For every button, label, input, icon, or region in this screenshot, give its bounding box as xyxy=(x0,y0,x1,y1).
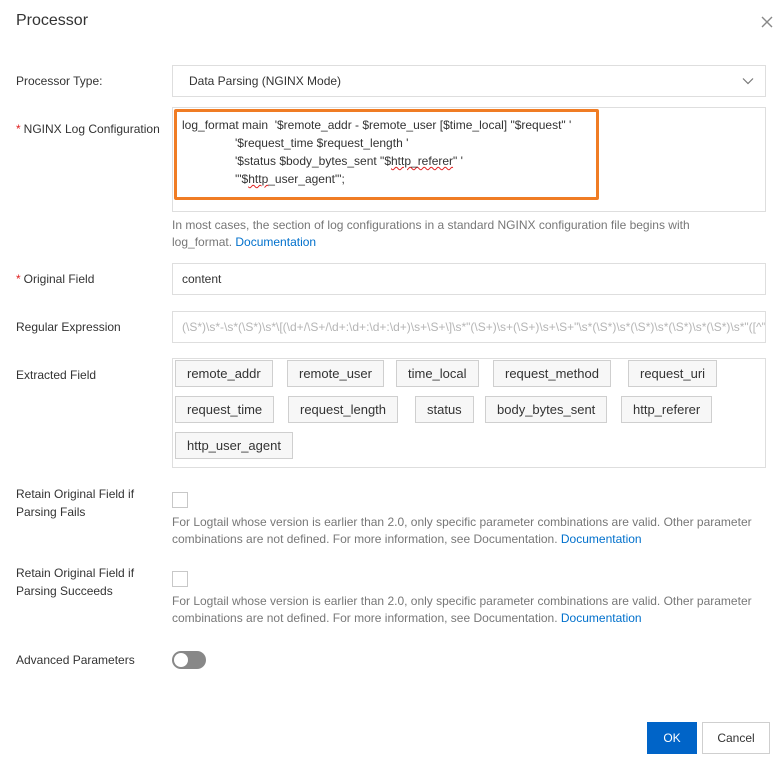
retain-fail-help-line1: For Logtail whose version is earlier tha… xyxy=(172,515,752,529)
ok-button[interactable]: OK xyxy=(647,722,697,754)
field-tag[interactable]: status xyxy=(415,396,474,423)
retain-fail-label: Retain Original Field if Parsing Fails xyxy=(16,485,134,521)
processor-type-value: Data Parsing (NGINX Mode) xyxy=(189,74,342,88)
nginx-config-help: In most cases, the section of log config… xyxy=(172,217,732,251)
field-tag[interactable]: remote_addr xyxy=(175,360,273,387)
original-field-label-text: Original Field xyxy=(23,272,95,286)
advanced-parameters-label: Advanced Parameters xyxy=(16,653,135,667)
retain-success-help: For Logtail whose version is earlier tha… xyxy=(172,593,752,627)
extracted-field-box[interactable]: remote_addr remote_user time_local reque… xyxy=(172,358,766,468)
required-mark: * xyxy=(16,122,21,136)
retain-fail-checkbox[interactable] xyxy=(172,492,188,508)
field-tag[interactable]: request_time xyxy=(175,396,275,423)
original-field-label: * Original Field xyxy=(16,270,94,288)
config-line-1: log_format main '$remote_addr - $remote_… xyxy=(182,118,572,132)
processor-type-select[interactable]: Data Parsing (NGINX Mode) xyxy=(172,65,766,97)
retain-fail-label-line2: Parsing Fails xyxy=(16,505,86,519)
original-field-input[interactable]: content xyxy=(172,263,766,295)
retain-success-label-line2: Parsing Succeeds xyxy=(16,584,113,598)
dialog-title: Processor xyxy=(16,12,89,29)
chevron-down-icon xyxy=(742,78,754,85)
nginx-config-label: * NGINX Log Configuration xyxy=(16,120,160,138)
extracted-field-label: Extracted Field xyxy=(16,368,97,382)
field-tag[interactable]: http_referer xyxy=(621,396,713,423)
config-line-3: '$status $body_bytes_sent "$http_referer… xyxy=(235,154,463,168)
processor-type-label: Processor Type: xyxy=(16,74,103,88)
retain-success-help-line1: For Logtail whose version is earlier tha… xyxy=(172,594,752,608)
toggle-knob xyxy=(174,653,188,667)
field-tag[interactable]: request_method xyxy=(493,360,611,387)
cancel-button[interactable]: Cancel xyxy=(702,722,770,754)
config-line-4: '"$http_user_agent"'; xyxy=(235,172,345,186)
documentation-link[interactable]: Documentation xyxy=(561,532,642,546)
documentation-link[interactable]: Documentation xyxy=(561,611,642,625)
field-tag[interactable]: body_bytes_sent xyxy=(485,396,608,423)
field-tag[interactable]: http_user_agent xyxy=(175,432,293,459)
nginx-config-label-text: NGINX Log Configuration xyxy=(23,122,160,136)
retain-success-help-line2: combinations are not defined. For more i… xyxy=(172,611,558,625)
retain-success-label-line1: Retain Original Field if xyxy=(16,566,135,580)
retain-fail-help-line2: combinations are not defined. For more i… xyxy=(172,532,558,546)
retain-fail-help: For Logtail whose version is earlier tha… xyxy=(172,514,752,548)
field-tag[interactable]: time_local xyxy=(396,360,479,387)
advanced-parameters-toggle[interactable] xyxy=(172,651,206,669)
required-mark: * xyxy=(16,272,21,286)
field-tag[interactable]: request_length xyxy=(288,396,399,423)
config-line-2: '$request_time $request_length ' xyxy=(235,136,409,150)
retain-success-label: Retain Original Field if Parsing Succeed… xyxy=(16,564,134,600)
documentation-link[interactable]: Documentation xyxy=(235,235,316,249)
regex-input[interactable]: (\S*)\s*-\s*(\S*)\s*\[(\d+/\S+/\d+:\d+:\… xyxy=(172,311,766,343)
close-icon[interactable] xyxy=(759,14,775,30)
retain-success-checkbox[interactable] xyxy=(172,571,188,587)
retain-fail-label-line1: Retain Original Field if xyxy=(16,487,135,501)
field-tag[interactable]: remote_user xyxy=(287,360,384,387)
nginx-config-textarea[interactable]: log_format main '$remote_addr - $remote_… xyxy=(172,107,766,212)
regex-label: Regular Expression xyxy=(16,320,121,334)
field-tag[interactable]: request_uri xyxy=(628,360,718,387)
